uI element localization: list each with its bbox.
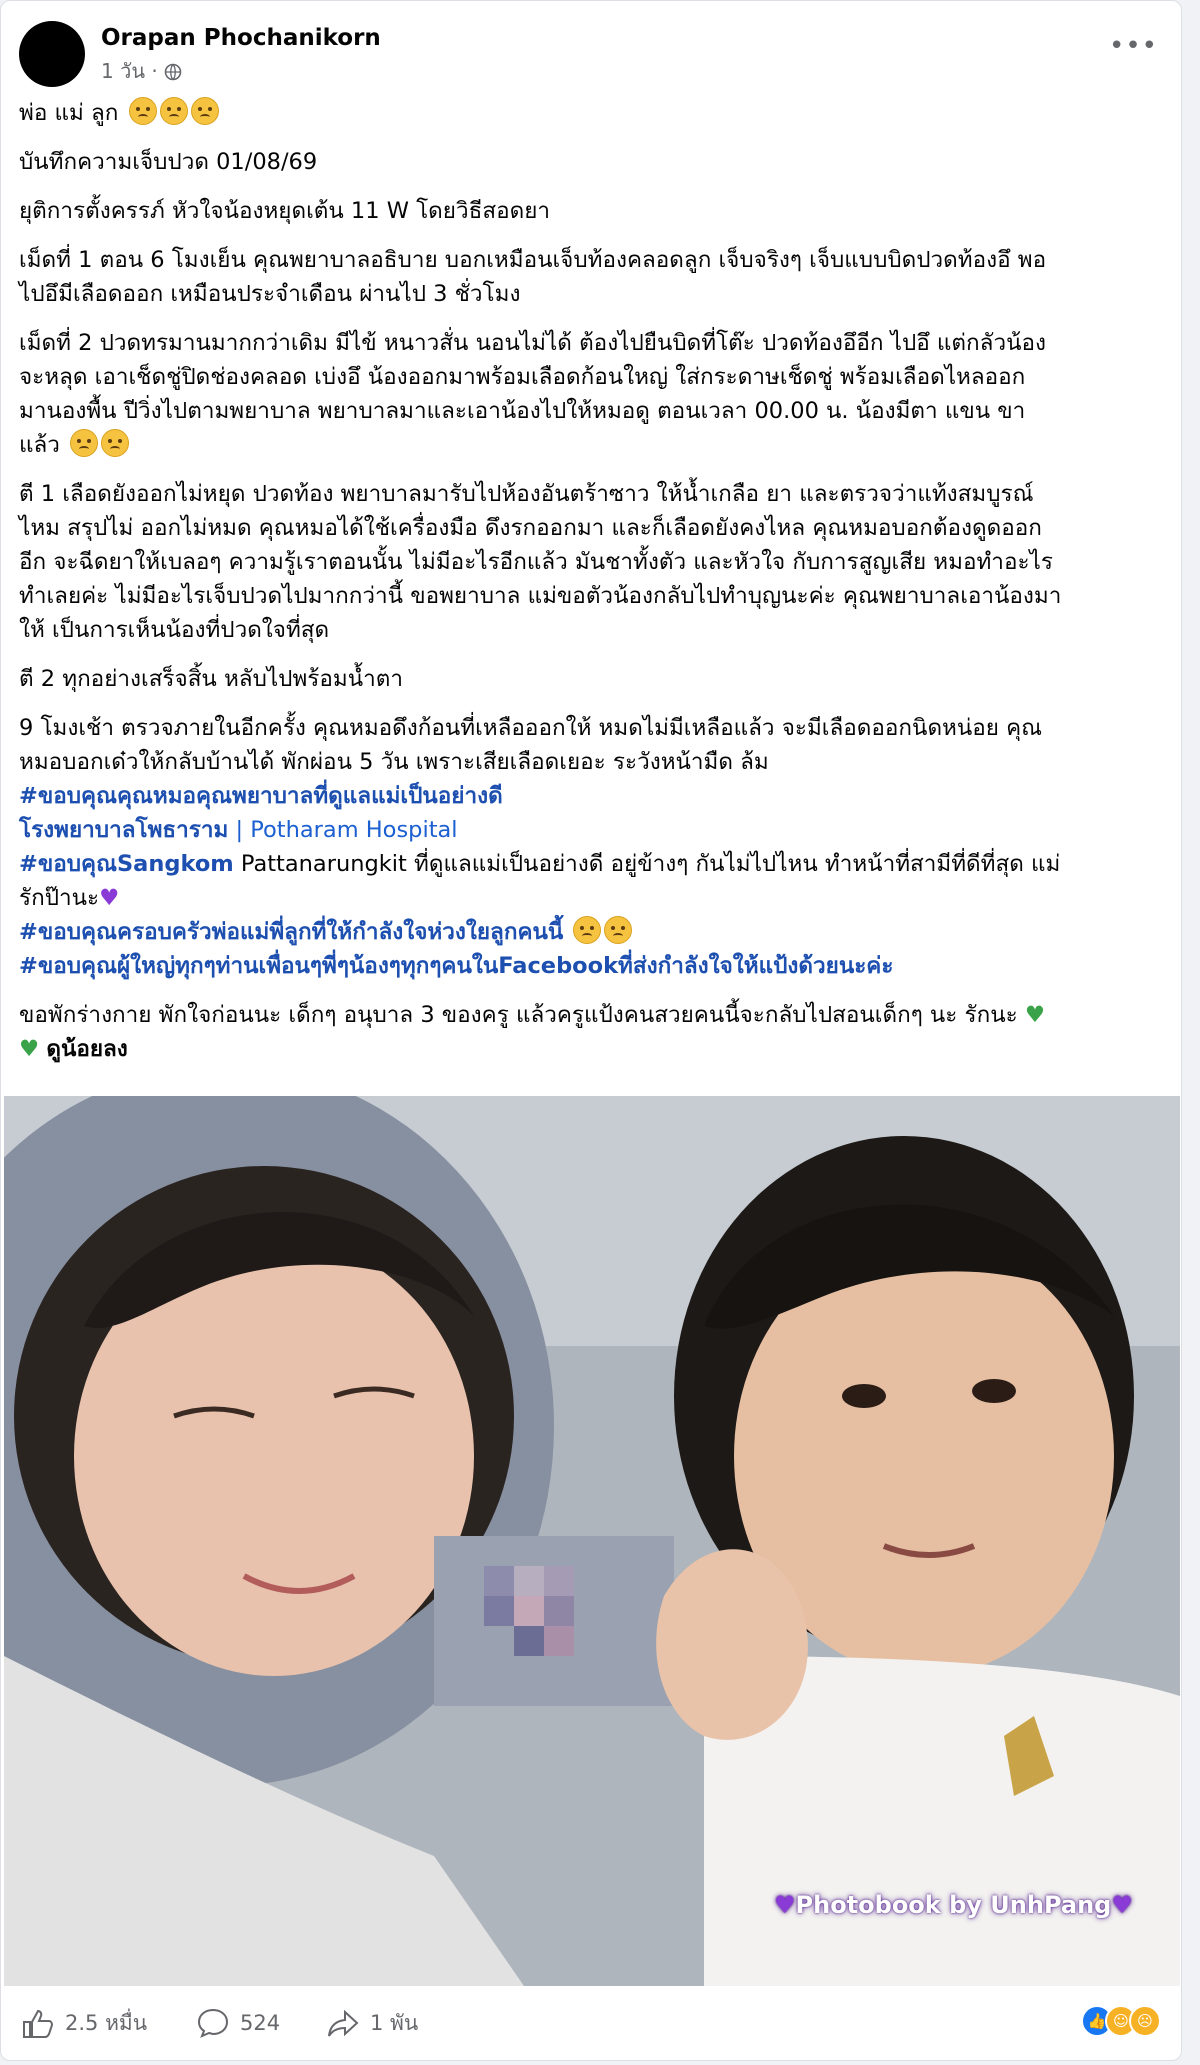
text-line: 9 โมงเช้า ตรวจภายในอีกครั้ง คุณหมอดึงก้อ… [19, 715, 1043, 741]
paragraph: 9 โมงเช้า ตรวจภายในอีกครั้ง คุณหมอดึงก้อ… [19, 711, 1169, 983]
text-span: Pattanarungkit ที่ดูแลแม่เป็นอย่างดี อยู… [233, 851, 1061, 877]
text-line: #ขอบคุณSangkom Pattanarungkit ที่ดูแลแม่… [19, 847, 1169, 881]
hospital-link-thai[interactable]: โรงพยาบาลโพธาราม [19, 817, 228, 843]
photo-watermark: ♥Photobook by UnhPang♥ [774, 1891, 1133, 1919]
share-button[interactable]: 1 พัน [326, 2007, 418, 2040]
text-line: ขอพักร่างกาย พักใจก่อนนะ เด็กๆ อนุบาล 3 … [19, 998, 1169, 1032]
comment-count: 524 [240, 2011, 281, 2035]
smiling-hearts-icon [573, 916, 602, 944]
crying-face-icon [128, 97, 157, 125]
paragraph: ตี 1 เลือดยังออกไม่หยุด ปวดท้อง พยาบาลมา… [19, 477, 1169, 647]
text-line: แล้ว [19, 428, 1169, 462]
like-count: 2.5 หมื่น [65, 2011, 148, 2035]
crying-face-icon [70, 429, 99, 457]
hashtag-link[interactable]: #ขอบคุณครอบครัวพ่อแม่พี่ลูกที่ให้กำลังใจ… [19, 919, 563, 945]
text-line: ให้ เป็นการเห็นน้องที่ปวดใจที่สุด [19, 617, 330, 643]
purple-heart-icon: ♥ [99, 885, 120, 911]
more-options-icon[interactable]: ••• [1109, 31, 1157, 61]
purple-heart-icon: ♥ [1111, 1891, 1133, 1919]
text-line: มานองพื้น ปีวิ่งไปตามพยาบาล พยาบาลมาและเ… [19, 398, 1026, 424]
reaction-summary[interactable]: 👍 ☺ ☹ [1081, 2005, 1161, 2037]
text-line: อีก จะฉีดยาให้เบลอๆ ความรู้เราตอนนั้น ไม… [19, 549, 1053, 575]
text-line: รักป๊านะ♥ [19, 881, 1169, 915]
hashtag-link[interactable]: #ขอบคุณคุณหมอคุณพยาบาลที่ดูแลแม่เป็นอย่า… [19, 779, 1169, 813]
comment-button[interactable]: 524 [196, 2007, 280, 2039]
hospital-link-english[interactable]: Potharam Hospital [250, 817, 457, 843]
hashtag-link[interactable]: #ขอบคุณSangkom [19, 851, 234, 877]
public-globe-icon [164, 62, 182, 81]
text-line: ทำเลยค่ะ ไม่มีอะไรเจ็บปวดไปมากกว่านี้ ขอ… [19, 583, 1062, 609]
text-line: บันทึกความเจ็บปวด 01/08/69 [19, 149, 318, 175]
purple-heart-icon: ♥ [774, 1891, 796, 1919]
paragraph: เม็ดที่ 1 ตอน 6 โมงเย็น คุณพยาบาลอธิบาย … [19, 243, 1169, 311]
comment-icon [197, 2008, 229, 2038]
author-avatar[interactable] [19, 21, 85, 87]
share-icon [328, 2009, 359, 2037]
like-button[interactable]: 2.5 หมื่น [21, 2007, 147, 2040]
thumbs-up-icon [23, 2009, 54, 2038]
crying-face-icon [159, 97, 188, 125]
smiling-hearts-icon [604, 916, 633, 944]
separator: | [228, 817, 251, 843]
paragraph: เม็ดที่ 2 ปวดทรมานมากกว่าเดิม มีไข้ หนาว… [19, 326, 1169, 462]
text-line: ยุติการตั้งครรภ์ หัวใจน้องหยุดเต้น 11 W … [19, 198, 551, 224]
crying-face-icon [101, 429, 130, 457]
photo-illustration [4, 1096, 1180, 1986]
text-line: ตี 2 ทุกอย่างเสร็จสิ้น หลับไปพร้อมน้ำตา [19, 666, 403, 692]
green-heart-icon: ♥ [1024, 1002, 1046, 1028]
share-count: 1 พัน [370, 2011, 419, 2035]
post-photo[interactable]: ♥Photobook by UnhPang♥ [4, 1096, 1180, 1986]
author-name[interactable]: Orapan Phochanikorn [101, 25, 381, 51]
post-header: Orapan Phochanikorn 1 วัน · ••• [19, 21, 1159, 91]
watermark-text: Photobook by UnhPang [795, 1891, 1112, 1919]
post-card: Orapan Phochanikorn 1 วัน · ••• พ่อ แม่ … [0, 0, 1182, 2061]
post-footer: 2.5 หมื่น 524 1 พัน 👍 ☺ ☹ [21, 2001, 1161, 2045]
sad-reaction-icon: ☹ [1129, 2005, 1161, 2037]
paragraph: ขอพักร่างกาย พักใจก่อนนะ เด็กๆ อนุบาล 3 … [19, 998, 1169, 1066]
text-line: หมอบอกเด๋วให้กลับบ้านได้ พักผ่อน 5 วัน เ… [19, 749, 769, 775]
green-heart-icon: ♥ [19, 1036, 40, 1062]
text-line: ตี 1 เลือดยังออกไม่หยุด ปวดท้อง พยาบาลมา… [19, 481, 1034, 507]
text-line: #ขอบคุณครอบครัวพ่อแม่พี่ลูกที่ให้กำลังใจ… [19, 915, 1169, 949]
post-text: พ่อ แม่ ลูก บันทึกความเจ็บปวด 01/08/69 ย… [19, 96, 1169, 1066]
crying-face-icon [190, 97, 219, 125]
text-line: เม็ดที่ 1 ตอน 6 โมงเย็น คุณพยาบาลอธิบาย … [19, 247, 1047, 273]
text-line: จะหลุด เอาเช็ดชู่ปิดช่องคลอด เบ่งอึ น้อง… [19, 364, 1026, 390]
text-line: ไหม สรุปไม่ ออกไม่หมด คุณหมอได้ใช้เครื่อ… [19, 515, 1042, 541]
hospital-mention: โรงพยาบาลโพธาราม | Potharam Hospital [19, 813, 1169, 847]
text-line: ไปอึมีเลือดออก เหมือนประจำเดือน ผ่านไป 3… [19, 281, 521, 307]
hashtag-link[interactable]: #ขอบคุณผู้ใหญ่ทุกๆท่านเพื่อนๆพี่ๆน้องๆทุ… [19, 949, 1169, 983]
post-meta: 1 วัน · [101, 55, 182, 87]
text-line: เม็ดที่ 2 ปวดทรมานมากกว่าเดิม มีไข้ หนาว… [19, 330, 1046, 356]
text-span: รักป๊านะ [19, 885, 100, 911]
text-line: พ่อ แม่ ลูก [19, 96, 1169, 130]
see-less-button[interactable]: ดูน้อยลง [46, 1036, 127, 1062]
text-span: ขอพักร่างกาย พักใจก่อนนะ เด็กๆ อนุบาล 3 … [19, 1002, 1018, 1028]
text-line: ♥ ดูน้อยลง [19, 1032, 1169, 1066]
post-time[interactable]: 1 วัน · [101, 55, 158, 87]
